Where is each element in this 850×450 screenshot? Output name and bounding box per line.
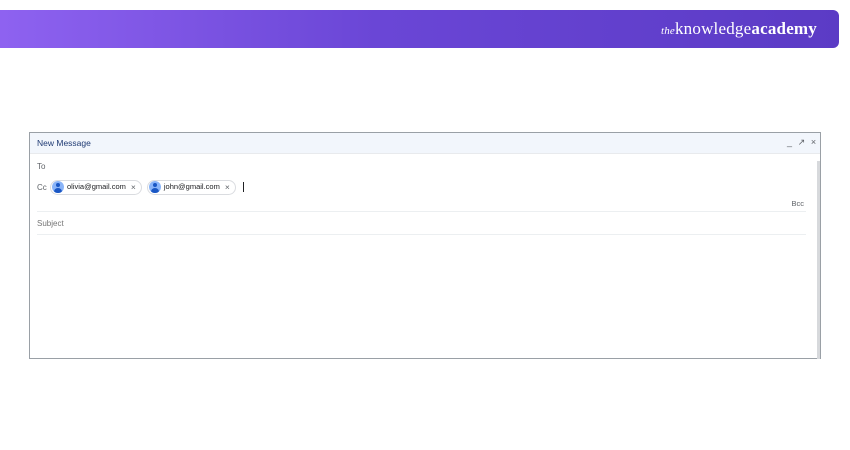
divider: [37, 211, 806, 212]
expand-icon[interactable]: ↗: [797, 136, 806, 148]
divider: [37, 234, 806, 235]
remove-recipient-icon[interactable]: ×: [131, 182, 136, 192]
minimize-icon[interactable]: _: [785, 136, 794, 148]
cc-label: Cc: [37, 183, 47, 192]
brand-banner: theknowledgeacademy: [0, 10, 839, 48]
brand-logo: theknowledgeacademy: [660, 19, 817, 38]
recipient-email: john@gmail.com: [163, 182, 220, 191]
message-body[interactable]: [37, 237, 806, 352]
subject-input[interactable]: [37, 219, 337, 229]
remove-recipient-icon[interactable]: ×: [225, 182, 230, 192]
avatar-icon: [52, 181, 64, 193]
scrollbar[interactable]: [817, 161, 820, 359]
compose-window: New Message _ ↗ × To Cc olivia@gmail.com…: [29, 132, 821, 359]
to-field[interactable]: To: [37, 162, 45, 172]
recipient-chip[interactable]: john@gmail.com ×: [146, 179, 236, 195]
close-icon[interactable]: ×: [809, 136, 818, 148]
window-controls: _ ↗ ×: [785, 136, 818, 148]
recipient-email: olivia@gmail.com: [67, 182, 126, 191]
compose-title: New Message: [37, 138, 91, 148]
recipient-chip[interactable]: olivia@gmail.com ×: [50, 179, 142, 195]
avatar-icon: [148, 181, 161, 193]
cc-field[interactable]: olivia@gmail.com × john@gmail.com ×: [50, 179, 244, 195]
text-cursor: [242, 182, 244, 192]
compose-header: New Message _ ↗ ×: [30, 133, 820, 154]
bcc-link[interactable]: Bcc: [791, 199, 804, 209]
